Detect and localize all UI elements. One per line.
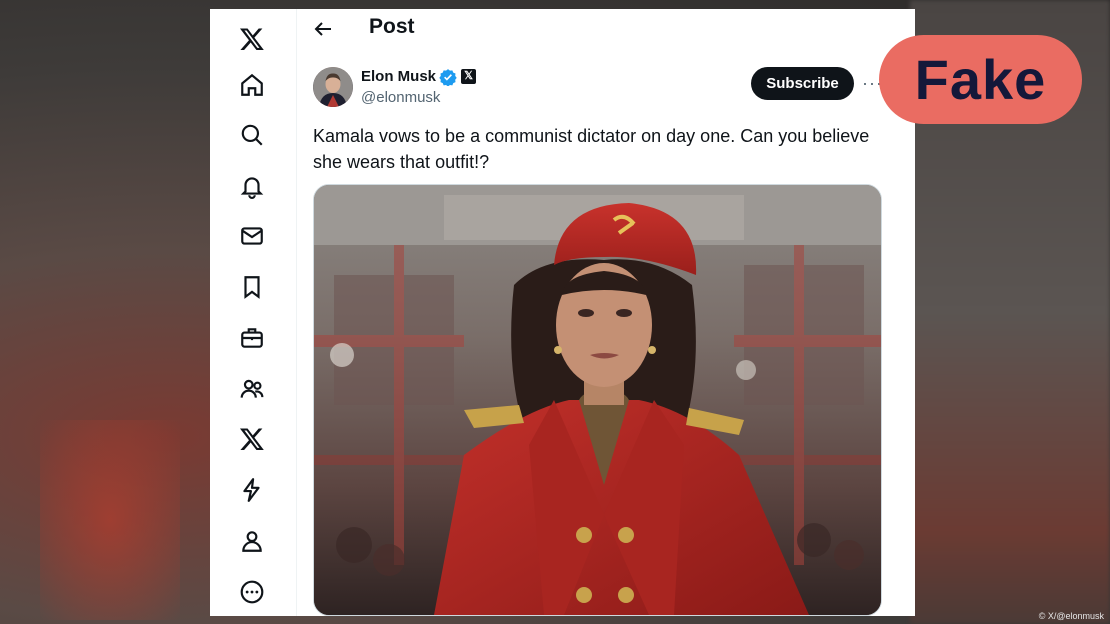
- post-column: Post Elon Musk 𝕏 @elonmusk Subscribe ···…: [297, 9, 897, 616]
- author-handle[interactable]: @elonmusk: [361, 89, 440, 106]
- briefcase-icon[interactable]: [236, 322, 268, 354]
- bell-icon[interactable]: [236, 170, 268, 202]
- author-name[interactable]: Elon Musk: [361, 68, 436, 85]
- search-icon[interactable]: [236, 119, 268, 151]
- x-logo-icon[interactable]: [236, 23, 268, 55]
- lightning-icon[interactable]: [236, 474, 268, 506]
- bookmark-icon[interactable]: [236, 271, 268, 303]
- background-glow-left: [40, 420, 180, 620]
- people-icon[interactable]: [236, 373, 268, 405]
- x-premium-icon[interactable]: [236, 423, 268, 455]
- x-affiliate-icon: 𝕏: [461, 69, 476, 84]
- home-icon[interactable]: [236, 69, 268, 101]
- sidebar-nav: [210, 9, 297, 616]
- tweet-text: Kamala vows to be a communist dictator o…: [313, 126, 870, 172]
- fake-label-badge: Fake: [879, 35, 1082, 124]
- page-title: Post: [369, 15, 415, 38]
- x-post-screenshot: Post Elon Musk 𝕏 @elonmusk Subscribe ···…: [210, 9, 915, 616]
- image-credit: © X/@elonmusk: [1038, 611, 1104, 621]
- mail-icon[interactable]: [236, 220, 268, 252]
- back-arrow-icon[interactable]: [311, 17, 335, 41]
- verified-badge-icon: [439, 68, 457, 87]
- avatar[interactable]: [313, 67, 353, 107]
- profile-icon[interactable]: [236, 525, 268, 557]
- post-header: Post: [297, 9, 897, 49]
- more-circle-icon[interactable]: [236, 576, 268, 608]
- tweet-image[interactable]: [313, 184, 882, 616]
- subscribe-button[interactable]: Subscribe: [751, 67, 854, 100]
